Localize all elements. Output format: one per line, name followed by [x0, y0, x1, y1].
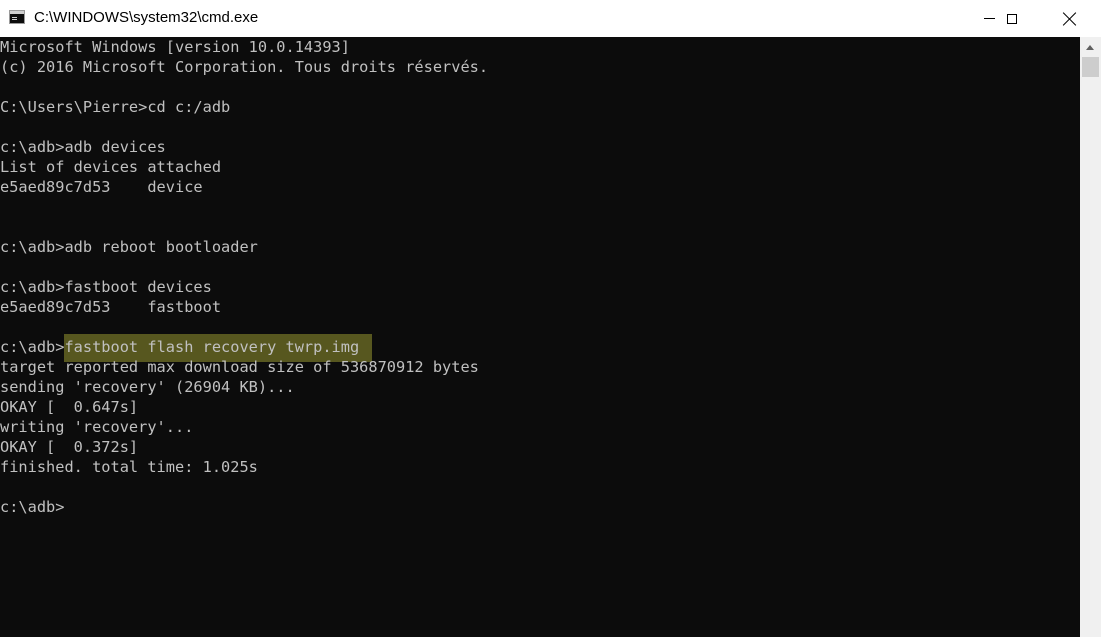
console-line: c:\adb>fastboot devices [0, 278, 212, 296]
console-line: c:\adb>adb devices [0, 138, 166, 156]
console-line: List of devices attached [0, 158, 222, 176]
scroll-up-arrow-icon[interactable] [1080, 37, 1101, 57]
console-line: c:\adb>adb reboot bootloader [0, 238, 258, 256]
console-line: OKAY [ 0.647s] [0, 398, 139, 416]
prompt-text: c:\adb> [0, 338, 65, 356]
console-line: C:\Users\Pierre>cd c:/adb [0, 98, 231, 116]
close-icon [1063, 12, 1077, 26]
console-line: e5aed89c7d53 device [0, 178, 203, 196]
close-button[interactable] [1047, 0, 1093, 37]
console-line: sending 'recovery' (26904 KB)... [0, 378, 295, 396]
vertical-scrollbar[interactable] [1080, 37, 1101, 637]
console-output[interactable]: Microsoft Windows [version 10.0.14393] (… [0, 37, 1080, 637]
console-line: Microsoft Windows [version 10.0.14393] [0, 38, 350, 56]
maximize-button[interactable] [989, 0, 1035, 37]
window-title: C:\WINDOWS\system32\cmd.exe [34, 9, 259, 26]
maximize-icon [1007, 13, 1017, 24]
cmd-app-icon[interactable] [9, 10, 25, 24]
console-line: finished. total time: 1.025s [0, 458, 258, 476]
title-bar[interactable]: C:\WINDOWS\system32\cmd.exe [0, 0, 1101, 38]
console-line: target reported max download size of 536… [0, 358, 479, 376]
scrollbar-thumb[interactable] [1082, 57, 1099, 77]
console-line: (c) 2016 Microsoft Corporation. Tous dro… [0, 58, 489, 76]
cmd-window: C:\WINDOWS\system32\cmd.exe Microsoft Wi… [0, 0, 1101, 637]
console-line: e5aed89c7d53 fastboot [0, 298, 222, 316]
console-line: writing 'recovery'... [0, 418, 194, 436]
console-line-highlighted-command: c:\adb>fastboot flash recovery twrp.img [0, 334, 1080, 362]
console-prompt: c:\adb> [0, 498, 65, 516]
console-line: OKAY [ 0.372s] [0, 438, 139, 456]
